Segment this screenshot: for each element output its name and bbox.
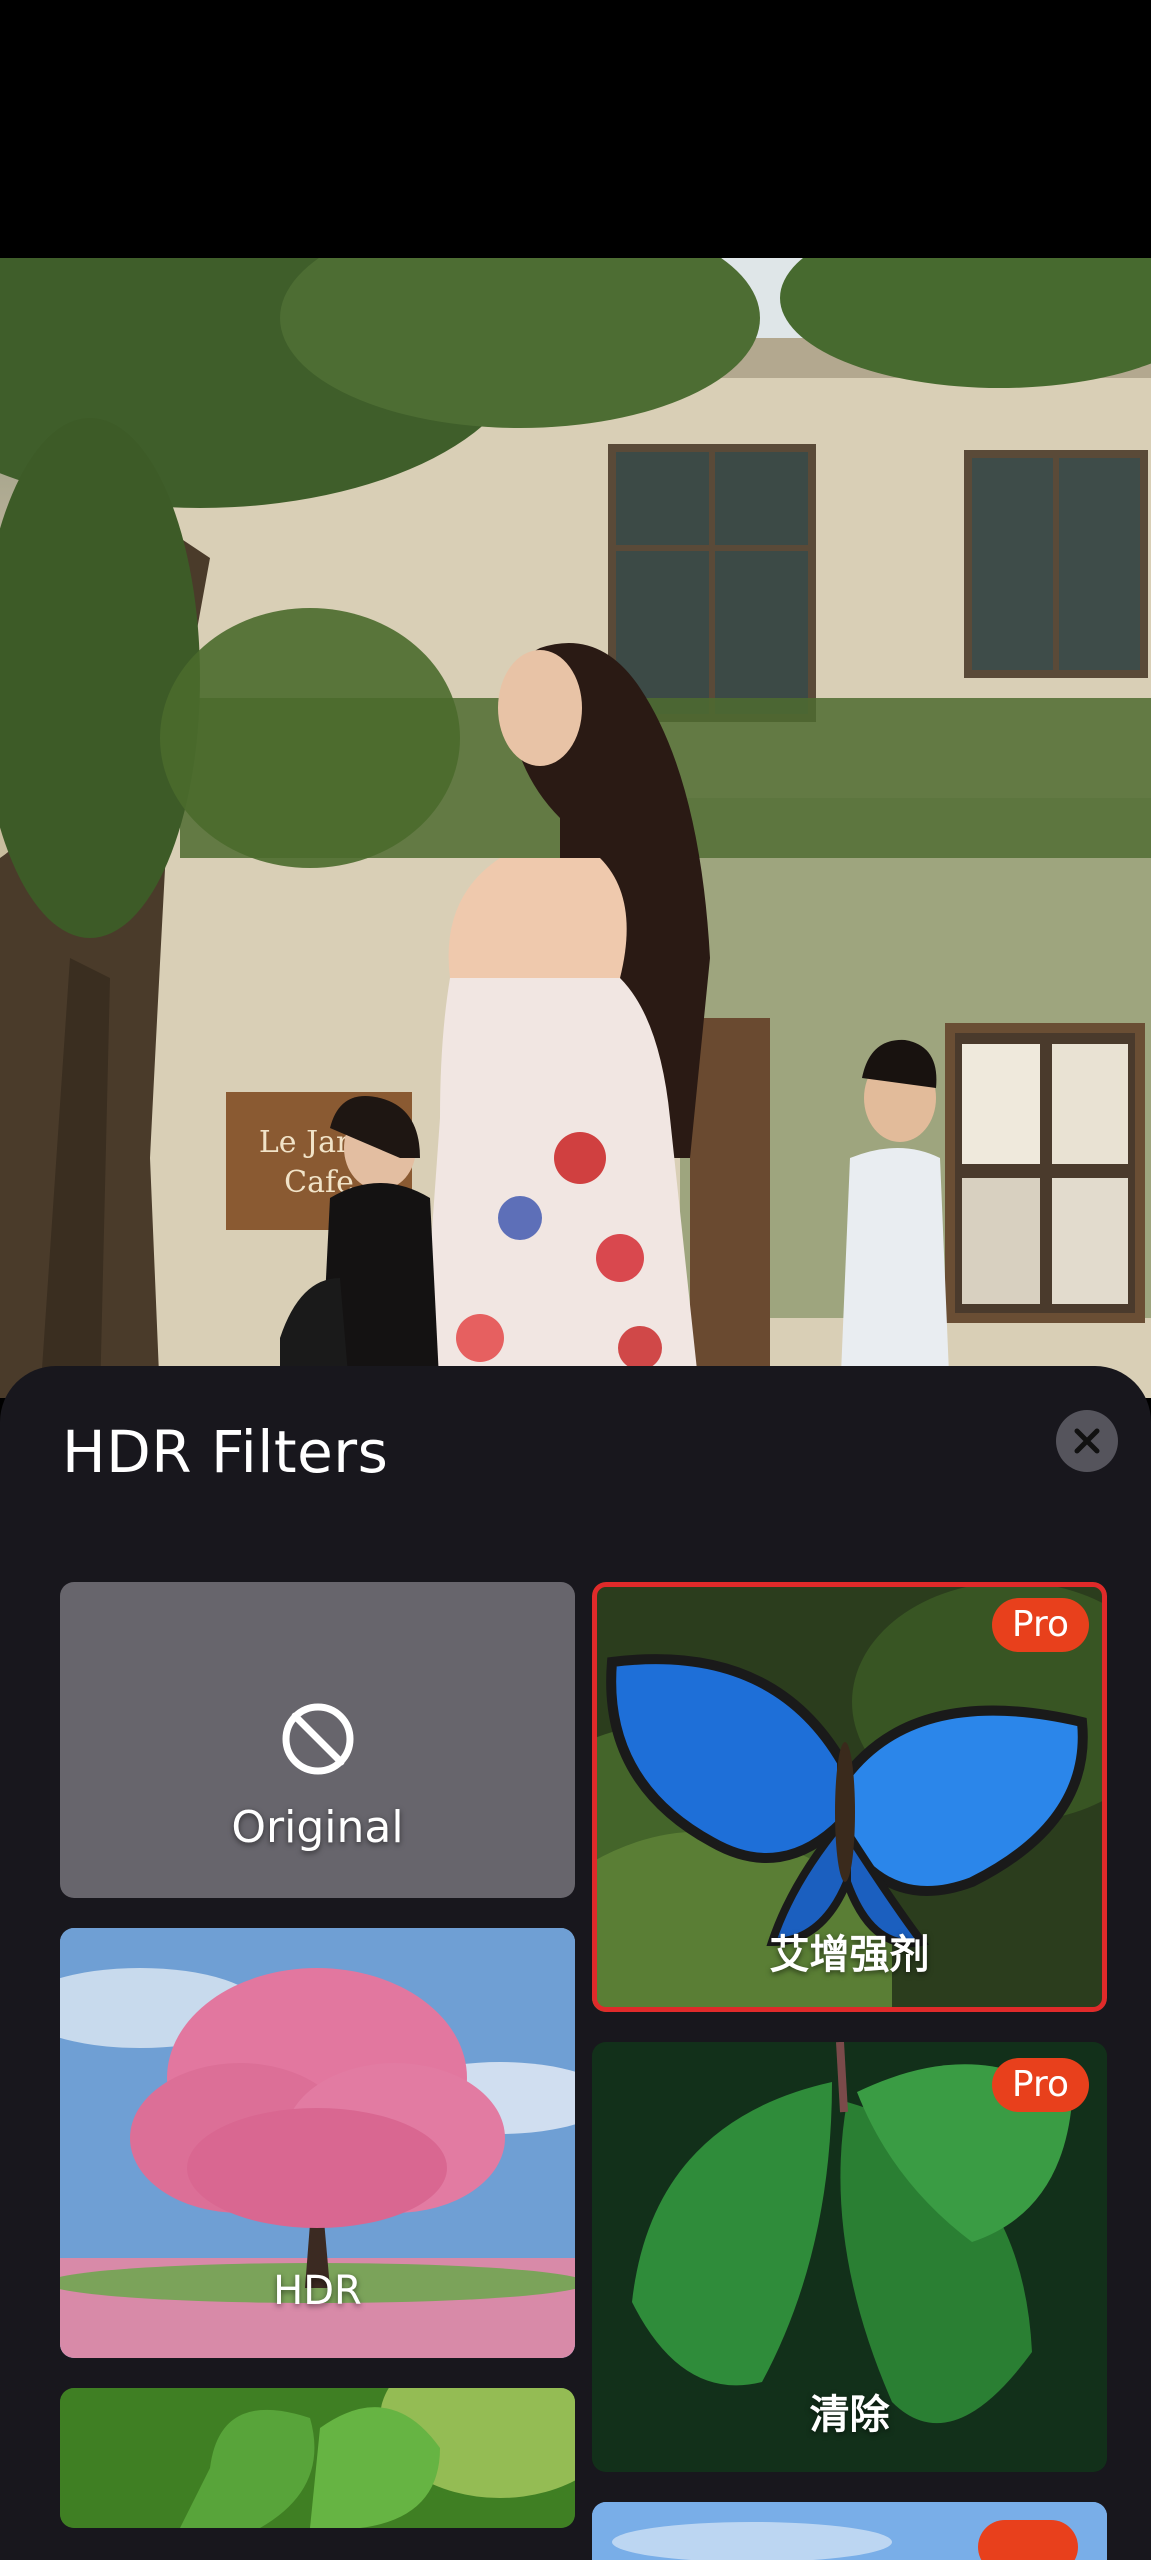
filter-card-original[interactable]: Original: [60, 1582, 575, 1898]
filter-label: 艾增强剂: [769, 1932, 930, 1978]
filter-card-hdr[interactable]: HDR: [60, 1928, 575, 2358]
filter-card-clear[interactable]: Pro 清除: [592, 2042, 1107, 2472]
photo-preview: Le Jardi Cafe: [0, 258, 1151, 1398]
clover-thumbnail: [60, 2388, 575, 2528]
filter-label: 清除: [809, 2392, 890, 2438]
filter-card-ai-enhancer[interactable]: Pro 艾增强剂: [592, 1582, 1107, 2012]
sky-thumbnail: [592, 2502, 1107, 2560]
pro-badge: Pro: [991, 1598, 1089, 1652]
filter-label: HDR: [273, 2268, 362, 2314]
sheet-title: HDR Filters: [62, 1418, 389, 1486]
close-button[interactable]: [1056, 1410, 1118, 1472]
close-icon: [1074, 1428, 1100, 1454]
filter-card-sky[interactable]: [592, 2502, 1107, 2560]
pro-badge: Pro: [991, 2058, 1089, 2112]
filter-card-clover[interactable]: [60, 2388, 575, 2528]
status-area: [0, 0, 1151, 258]
filter-label: Original: [231, 1802, 404, 1853]
